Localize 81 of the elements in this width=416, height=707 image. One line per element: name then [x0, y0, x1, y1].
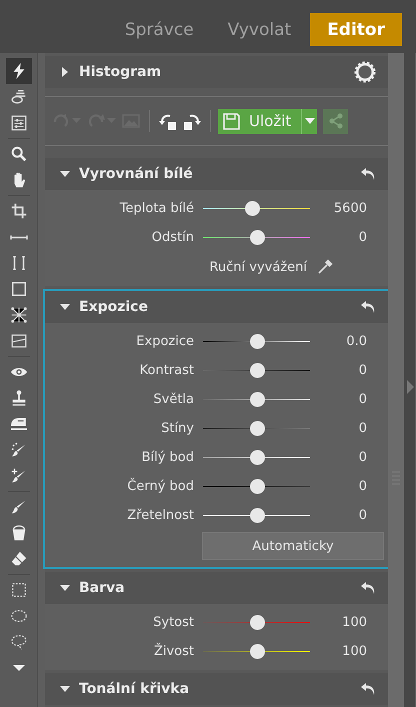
slider-value: 100	[341, 644, 367, 659]
slider-label: Světla	[152, 392, 194, 407]
dashed-ellipse-icon	[10, 607, 28, 625]
slider-value: 0	[358, 230, 367, 245]
mesh-icon	[10, 306, 28, 324]
slider-value: 0	[358, 392, 367, 407]
iron-icon	[10, 418, 26, 430]
slider-value: 100	[341, 615, 367, 630]
dashed-rectangle-icon	[10, 581, 28, 599]
section-title: Expozice	[79, 299, 149, 315]
save-label: Uložit	[249, 112, 292, 130]
slider-value: 0	[358, 450, 367, 465]
floppy-icon	[223, 112, 240, 130]
gradient-icon	[10, 332, 28, 350]
share-icon	[328, 113, 344, 129]
collapse-icon	[60, 169, 70, 179]
crop-icon	[10, 202, 28, 220]
section-title: Barva	[79, 580, 126, 596]
lasso-icon	[10, 633, 28, 651]
slider-thumb[interactable]	[245, 201, 260, 216]
section-title: Vyrovnání bílé	[79, 166, 194, 182]
section-title: Tonální křivka	[79, 681, 190, 697]
reset-icon[interactable]	[360, 581, 376, 595]
tool-button[interactable]	[6, 58, 32, 84]
slider-label: Kontrast	[138, 363, 194, 378]
collapse-icon	[60, 583, 70, 593]
slider-thumb[interactable]	[250, 334, 264, 349]
section-header[interactable]: Tonální křivka	[45, 673, 388, 705]
line-icon	[10, 234, 28, 240]
slider-thumb[interactable]	[250, 450, 264, 465]
reset-icon[interactable]	[360, 300, 376, 314]
tab[interactable]: Správce	[108, 13, 211, 46]
slider-thumb[interactable]	[250, 392, 264, 407]
slider-label: Teplota bílé	[118, 201, 194, 216]
slider-label: Odstín	[150, 230, 194, 245]
slider-label: Sytost	[152, 615, 194, 630]
stamp-icon	[10, 389, 28, 407]
slider-thumb[interactable]	[250, 421, 264, 436]
slider-thumb[interactable]	[250, 230, 264, 245]
slider-label: Živost	[152, 644, 194, 659]
slider-value: 0	[358, 508, 367, 523]
slider-label: Zřetelnost	[126, 508, 194, 523]
section-header[interactable]: Expozice	[45, 291, 388, 323]
tab[interactable]: Vyvolat	[210, 13, 308, 46]
caret-icon	[304, 118, 315, 124]
search-icon	[10, 145, 28, 163]
slider-value: 0	[358, 421, 367, 436]
slider-thumb[interactable]	[250, 508, 264, 523]
slider-value: 0.0	[345, 334, 367, 349]
expand-icon	[60, 67, 70, 77]
settings-icon[interactable]	[354, 61, 376, 83]
slider-label: Bílý bod	[140, 450, 194, 465]
slider-label: Černý bod	[126, 479, 194, 494]
manual-balance-label[interactable]: Ruční vyvážení	[209, 260, 307, 274]
reset-icon[interactable]	[360, 167, 376, 181]
collapse-icon	[60, 684, 70, 694]
section-header[interactable]: Barva	[45, 572, 388, 604]
slider-thumb[interactable]	[250, 479, 264, 494]
section-header[interactable]: Vyrovnání bílé	[45, 158, 388, 190]
slider-value: 5600	[332, 201, 367, 216]
slider-thumb[interactable]	[250, 615, 264, 630]
slider-value: 0	[358, 363, 367, 378]
caret-icon	[12, 665, 24, 671]
rectangle-icon	[10, 280, 28, 298]
layers-icon	[10, 88, 28, 106]
section-title: Histogram	[79, 64, 162, 80]
save-button[interactable]: Uložit	[218, 108, 318, 134]
eraser-icon	[10, 550, 28, 568]
tab[interactable]: Editor	[310, 13, 402, 46]
slider-label: Expozice	[135, 334, 194, 349]
slider-thumb[interactable]	[250, 644, 264, 659]
rotate-right-icon	[183, 112, 201, 130]
collapse-icon	[60, 302, 70, 312]
section-header[interactable]: Histogram	[45, 56, 388, 88]
rotate-left-icon	[159, 112, 177, 130]
slider-value: 0	[358, 479, 367, 494]
slider-thumb[interactable]	[250, 363, 264, 378]
reset-icon[interactable]	[360, 682, 376, 696]
slider-label: Stíny	[160, 421, 194, 436]
auto-button[interactable]: Automaticky	[202, 532, 384, 560]
sliders-icon	[10, 114, 28, 132]
